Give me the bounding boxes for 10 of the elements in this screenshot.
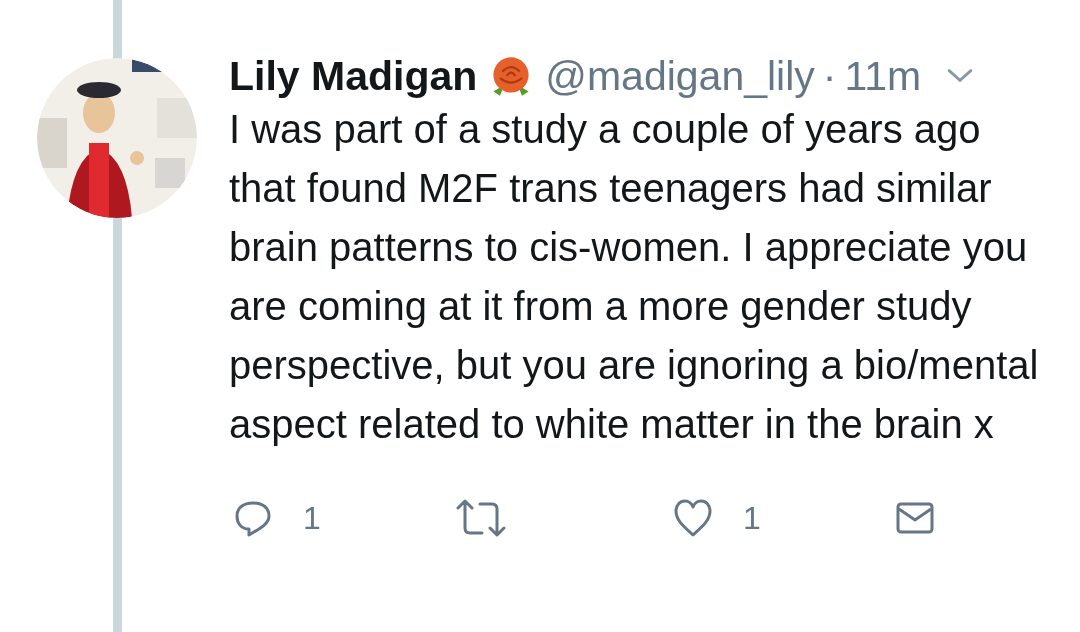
count: 1 [303,499,321,537]
username[interactable]: @madigan_lily [545,52,815,100]
retweet-icon[interactable] [455,498,507,538]
tweet-text: I was part of a study a couple of years ago that found M2F trans teenagers had similar brain patterns to cis-women. I appreciate you are coming at it from a more gender study perspective, but you are ignoring a bio/mental aspect related to white matter in the brain x [229,106,1040,448]
count: 1 [743,499,761,537]
timestamp[interactable]: 11m [844,52,922,100]
separator: · [822,52,837,100]
chevron-down-icon[interactable] [947,68,974,84]
heart-icon[interactable] [673,498,713,538]
display-name[interactable]: Lily Madigan [229,52,478,100]
